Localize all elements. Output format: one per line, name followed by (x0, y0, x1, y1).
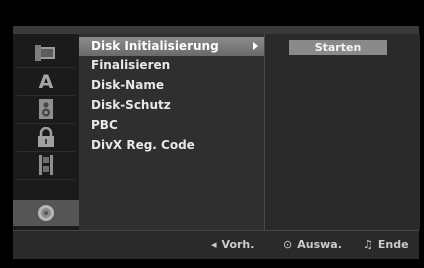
menu-item-pbc[interactable]: PBC (79, 116, 264, 135)
hint-select-label: Auswa. (297, 238, 342, 251)
hint-exit: ♫ Ende (363, 238, 409, 251)
chevron-right-icon (253, 42, 258, 50)
top-bar (13, 26, 419, 34)
menu-item-label: Disk Initialisierung (91, 39, 219, 53)
speaker-icon[interactable] (13, 96, 79, 122)
disc-menu: Disk Initialisierung Finalisieren Disk-N… (79, 34, 264, 230)
language-icon[interactable]: A (13, 68, 79, 94)
enter-icon: ⊙ (283, 238, 293, 251)
menu-item-disk-name[interactable]: Disk-Name (79, 76, 264, 95)
footer-bar: ◂ Vorh. ⊙ Auswa. ♫ Ende (13, 230, 419, 259)
menu-item-label: PBC (91, 118, 118, 132)
film-icon[interactable] (13, 152, 79, 178)
menu-item-label: Disk-Name (91, 78, 164, 92)
sidebar: A (13, 34, 79, 230)
setup-menu-screen: A Disk Initialisierung Finalisieren Disk… (13, 26, 420, 259)
options-panel: Starten (264, 34, 420, 230)
menu-item-divx-reg-code[interactable]: DivX Reg. Code (79, 136, 264, 155)
start-button[interactable]: Starten (289, 40, 387, 55)
lock-icon[interactable] (13, 124, 79, 150)
display-icon[interactable] (13, 40, 79, 66)
menu-item-disk-initialisierung[interactable]: Disk Initialisierung (79, 37, 264, 56)
hint-previous-label: Vorh. (221, 238, 255, 251)
menu-item-label: Disk-Schutz (91, 98, 171, 112)
hint-previous: ◂ Vorh. (211, 238, 254, 251)
sidebar-divider (17, 179, 75, 180)
svg-text:A: A (39, 71, 54, 91)
menu-item-label: DivX Reg. Code (91, 138, 195, 152)
menu-item-finalisieren[interactable]: Finalisieren (79, 56, 264, 75)
arrow-left-icon: ◂ (211, 238, 217, 251)
disc-icon[interactable] (13, 200, 79, 226)
menu-item-label: Finalisieren (91, 58, 171, 72)
menu-item-disk-schutz[interactable]: Disk-Schutz (79, 96, 264, 115)
hint-select: ⊙ Auswa. (283, 238, 342, 251)
hint-exit-label: Ende (377, 238, 409, 251)
return-icon: ♫ (363, 238, 373, 251)
